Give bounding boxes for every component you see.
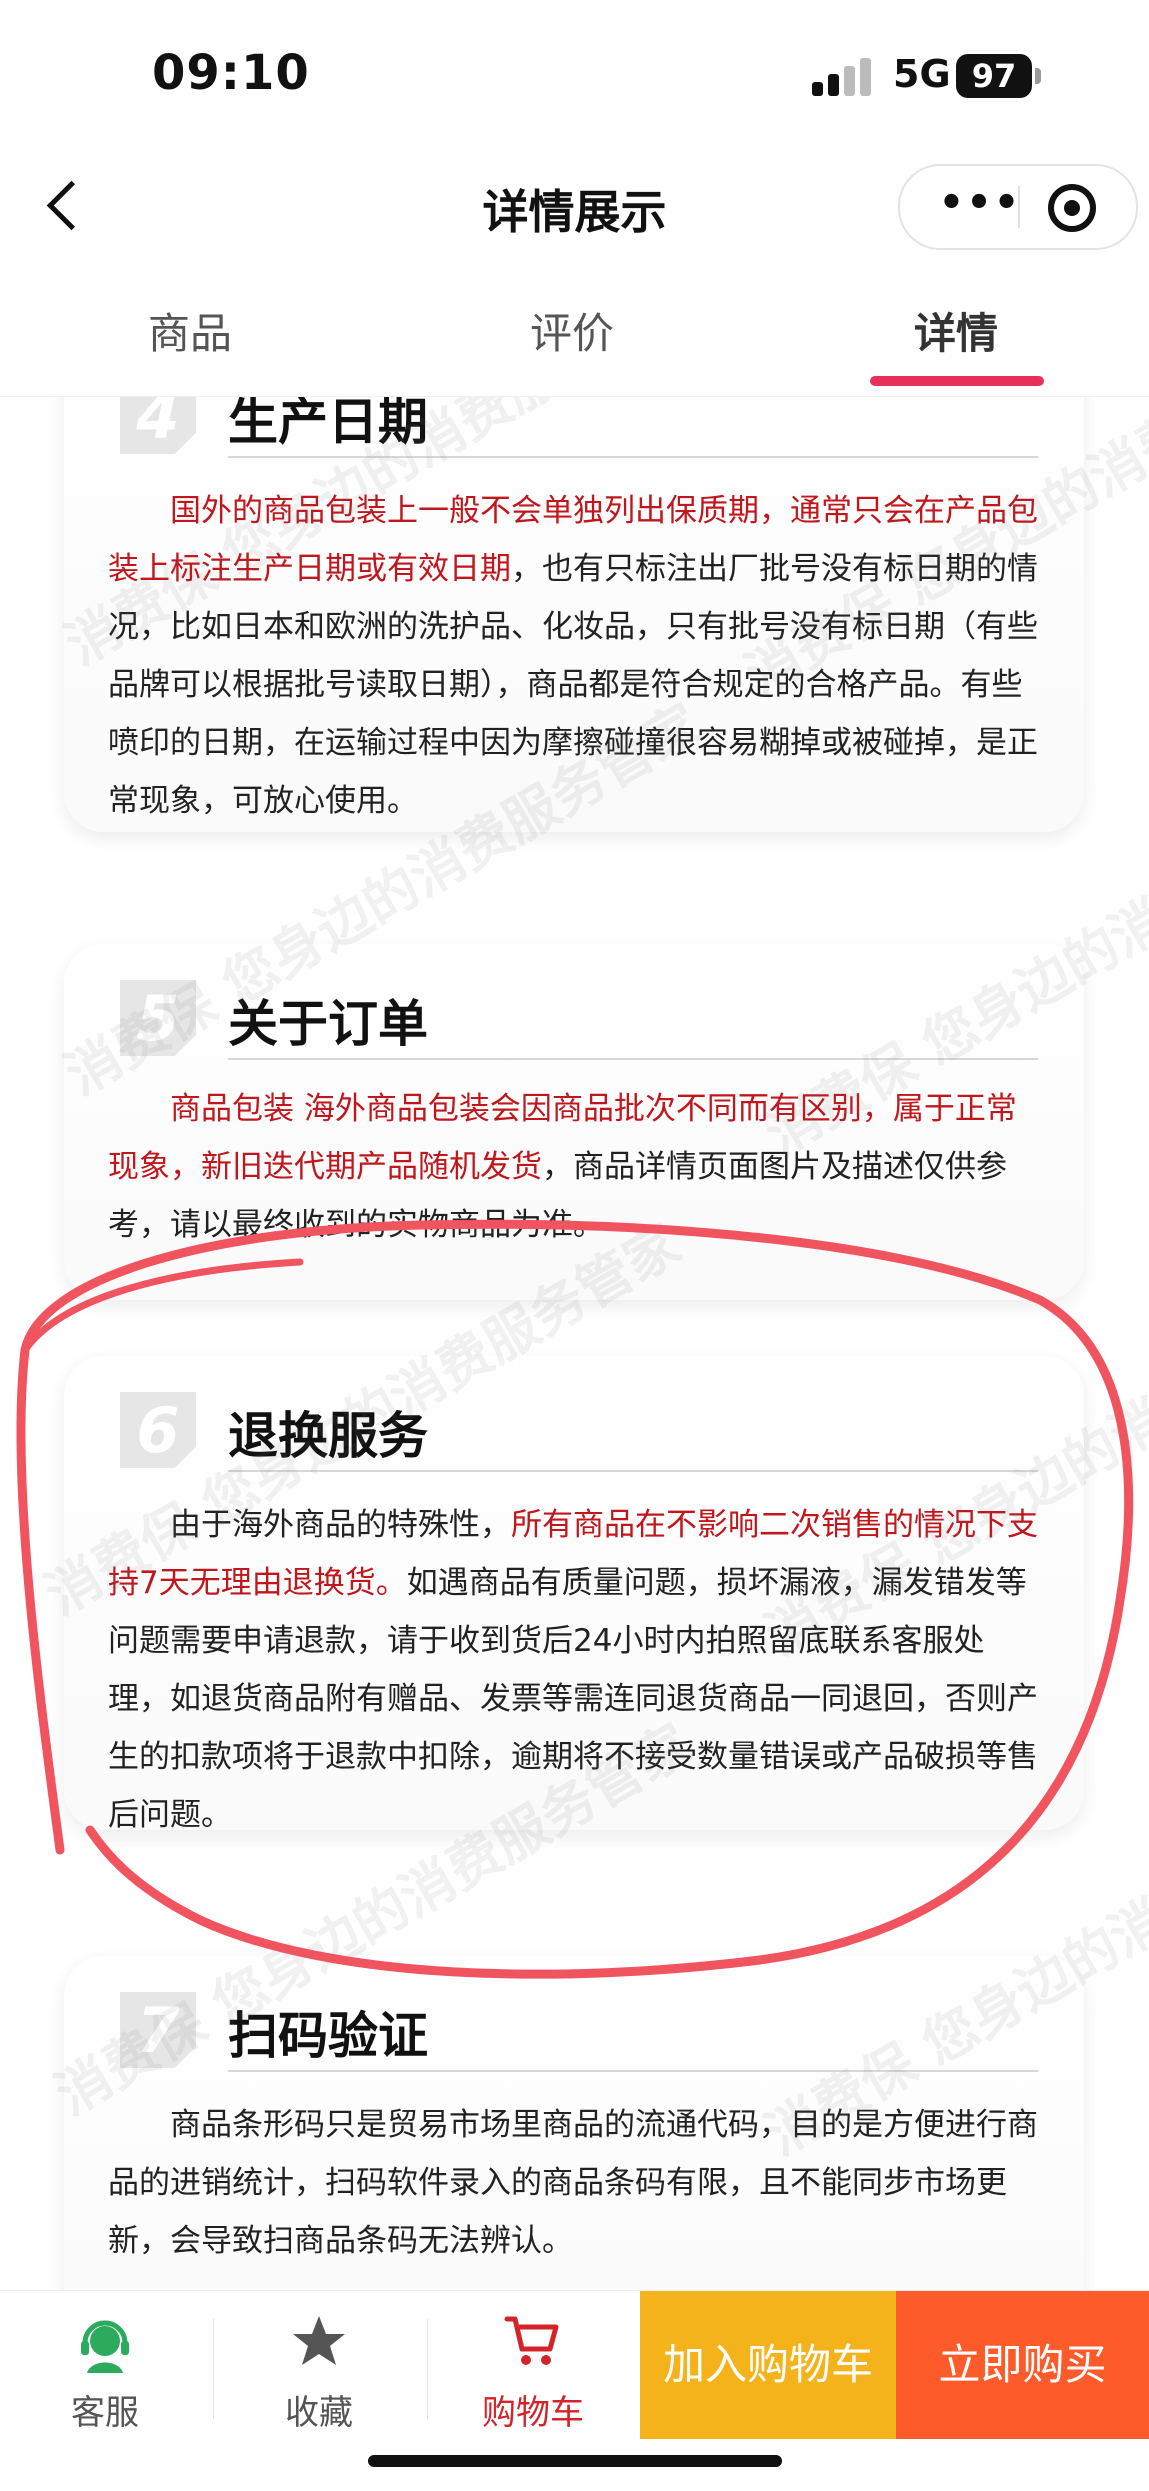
details-content[interactable]: 4 生产日期 国外的商品包装上一般不会单独列出保质期，通常只会在产品包装上标注生…	[0, 396, 1149, 2290]
cart-label: 购物车	[482, 2393, 584, 2433]
network-type: 5G	[893, 52, 951, 96]
section-text-pre: 由于海外商品的特殊性，	[170, 1507, 511, 1543]
section-body: 商品条形码只是贸易市场里商品的流通代码，目的是方便进行商品的进销统计，扫码软件录…	[108, 2096, 1044, 2270]
section-body: 由于海外商品的特殊性，所有商品在不影响二次销售的情况下支持7天无理由退换货。如遇…	[108, 1496, 1044, 1844]
section-title: 生产日期	[228, 396, 428, 451]
section-number-badge: 6	[120, 1392, 196, 1468]
home-indicator[interactable]	[368, 2455, 782, 2467]
buy-now-button[interactable]: 立即购买	[896, 2291, 1149, 2439]
tab-details[interactable]: 详情	[914, 300, 998, 361]
favorite-button[interactable]: 收藏	[214, 2291, 424, 2439]
section-card-scan-verify: 7 扫码验证 商品条形码只是贸易市场里商品的流通代码，目的是方便进行商品的进销统…	[64, 1956, 1084, 2290]
section-title: 扫码验证	[228, 2007, 428, 2065]
favorite-label: 收藏	[285, 2393, 353, 2433]
customer-service-label: 客服	[71, 2393, 139, 2433]
cart-icon	[504, 2316, 559, 2365]
status-time: 09:10	[152, 45, 310, 101]
battery-icon: 97	[956, 54, 1042, 98]
more-dots-icon[interactable]: •••	[930, 183, 1030, 226]
target-circle-icon[interactable]	[1048, 184, 1096, 232]
section-title: 退换服务	[228, 1407, 428, 1465]
tab-reviews[interactable]: 评价	[530, 300, 614, 361]
star-icon	[293, 2316, 345, 2365]
customer-service-button[interactable]: 客服	[0, 2291, 210, 2439]
section-card-order: 5 关于订单 商品包装 海外商品包装会因商品批次不同而有区别，属于正常现象，新旧…	[64, 944, 1084, 1300]
section-body: 国外的商品包装上一般不会单独列出保质期，通常只会在产品包装上标注生产日期或有效日…	[108, 482, 1044, 830]
signal-icon	[812, 58, 874, 96]
battery-level: 97	[956, 54, 1032, 98]
cart-button[interactable]: 购物车	[428, 2291, 638, 2439]
section-body: 商品包装 海外商品包装会因商品批次不同而有区别，属于正常现象，新旧迭代期产品随机…	[108, 1080, 1044, 1256]
mini-program-capsule: •••	[898, 164, 1138, 250]
add-to-cart-button[interactable]: 加入购物车	[640, 2291, 896, 2439]
section-number-badge: 4	[120, 396, 196, 454]
nav-bar: 详情展示 •••	[0, 150, 1149, 260]
section-number-badge: 5	[120, 980, 196, 1056]
section-title: 关于订单	[228, 995, 428, 1053]
section-card-return-service: 6 退换服务 由于海外商品的特殊性，所有商品在不影响二次销售的情况下支持7天无理…	[64, 1356, 1084, 1833]
active-tab-indicator	[870, 376, 1044, 386]
customer-service-icon	[81, 2320, 129, 2373]
section-text: 商品条形码只是贸易市场里商品的流通代码，目的是方便进行商品的进销统计，扫码软件录…	[108, 2107, 1038, 2259]
section-text: 如遇商品有质量问题，损坏漏液，漏发错发等问题需要申请退款，请于收到货后24小时内…	[108, 1565, 1038, 1833]
section-number-badge: 7	[120, 1992, 196, 2068]
tab-goods[interactable]: 商品	[148, 300, 232, 361]
section-card-production-date: 4 生产日期 国外的商品包装上一般不会单独列出保质期，通常只会在产品包装上标注生…	[64, 396, 1084, 832]
status-bar: 09:10 5G 97	[0, 0, 1149, 150]
section-text: ，也有只标注出厂批号没有标日期的情况，比如日本和欧洲的洗护品、化妆品，只有批号没…	[108, 551, 1038, 819]
tab-bar: 商品 评价 详情	[0, 280, 1149, 397]
